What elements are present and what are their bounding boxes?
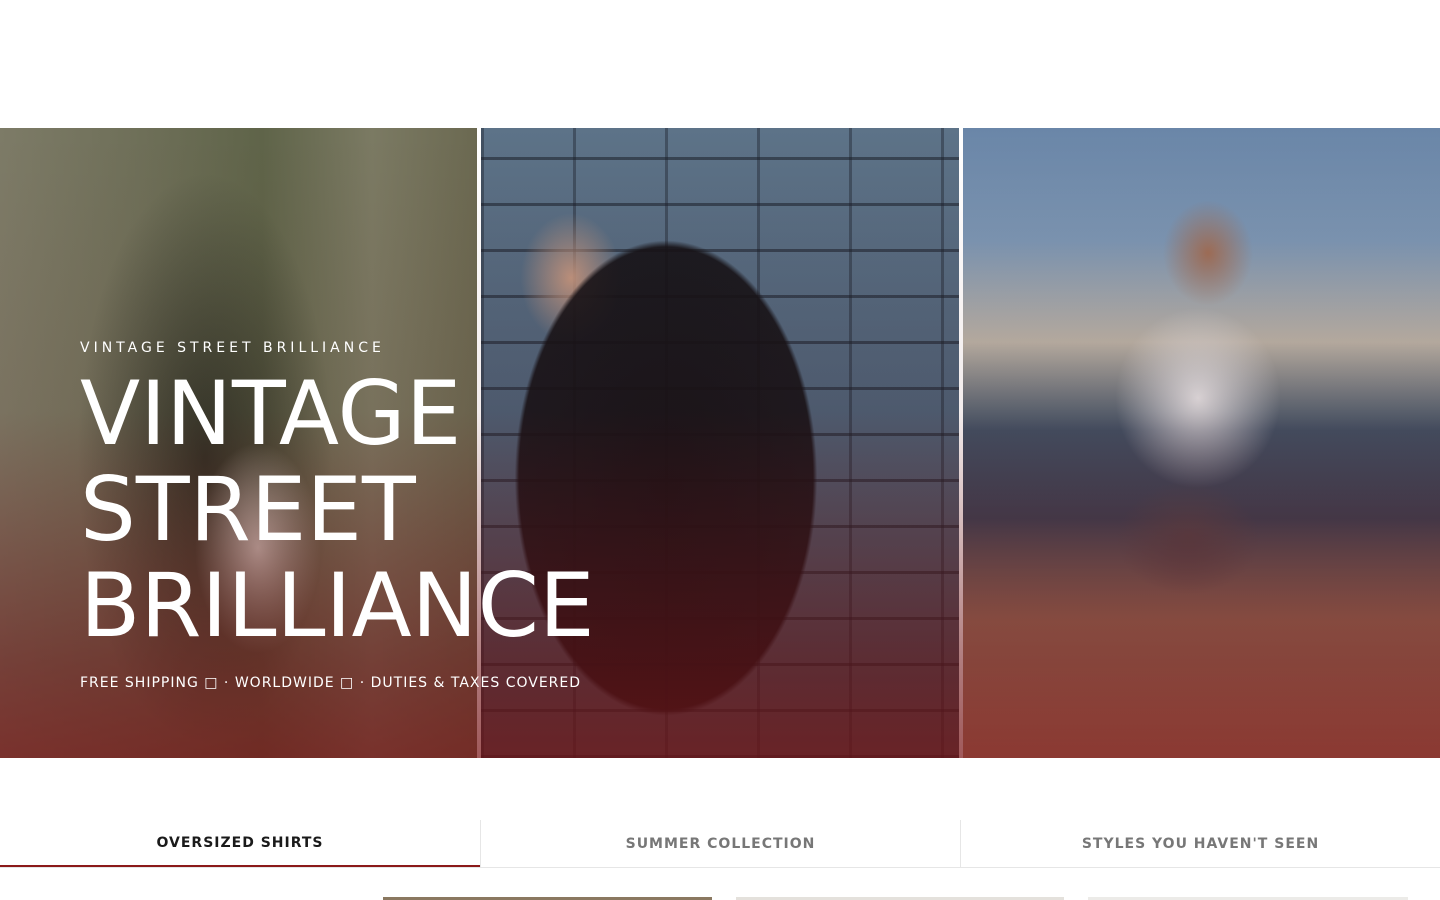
hero-banner: VINTAGE STREET BRILLIANCE VINTAGE STREET… <box>0 128 1440 758</box>
tab-oversized-shirts[interactable]: OVERSIZED SHIRTS <box>0 820 480 867</box>
hero-image-right <box>963 128 1440 758</box>
hero-title-line: VINTAGE <box>80 362 462 465</box>
hero-title-line: BRILLIANCE <box>80 554 595 657</box>
site-header <box>0 0 1440 128</box>
collection-tabs: OVERSIZED SHIRTS SUMMER COLLECTION STYLE… <box>0 820 1440 868</box>
tab-summer-collection[interactable]: SUMMER COLLECTION <box>480 820 960 867</box>
hero-eyebrow: VINTAGE STREET BRILLIANCE <box>80 340 385 356</box>
hero-title-line: STREET <box>80 458 416 561</box>
tab-styles-you-havent-seen[interactable]: STYLES YOU HAVEN'T SEEN <box>960 820 1440 867</box>
hero-title: VINTAGE STREET BRILLIANCE <box>80 366 700 654</box>
shipping-info: FREE SHIPPING □ · WORLDWIDE □ · DUTIES &… <box>80 675 582 691</box>
